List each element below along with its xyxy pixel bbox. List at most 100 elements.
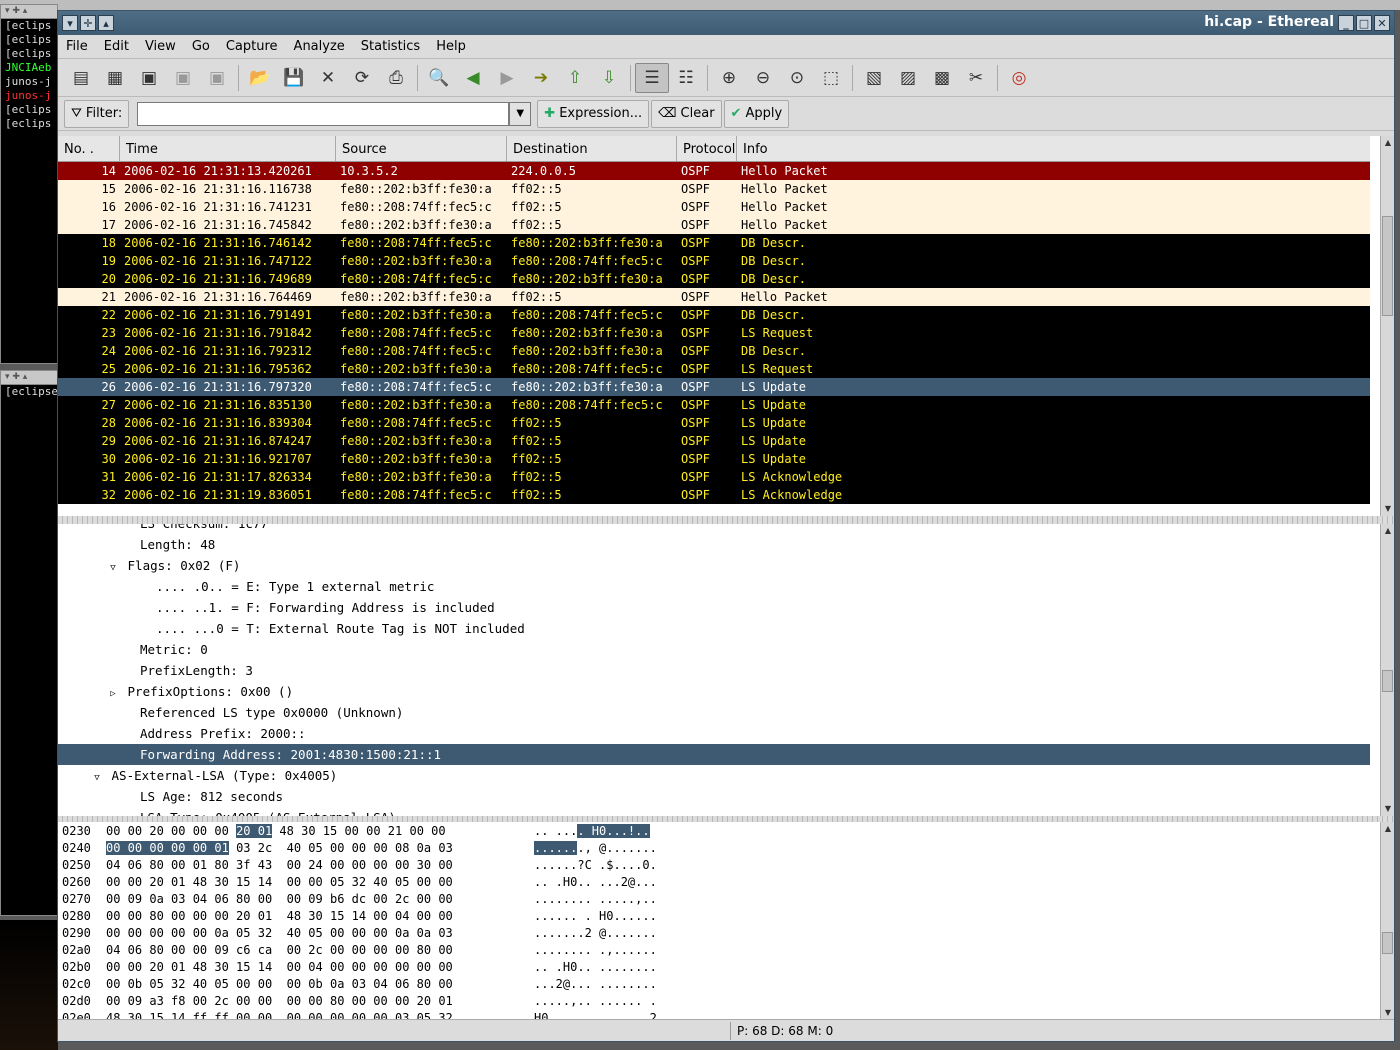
hex-line[interactable]: 02b0 00 00 20 01 48 30 15 14 00 04 00 00 … [58,959,1394,976]
hex-line[interactable]: 0230 00 00 20 00 00 00 20 01 48 30 15 00 … [58,823,1394,840]
hex-line[interactable]: 02d0 00 09 a3 f8 00 2c 00 00 00 00 80 00 … [58,993,1394,1010]
menu-file[interactable]: File [66,39,88,54]
hex-line[interactable]: 0290 00 00 00 00 00 0a 05 32 40 05 00 00 … [58,925,1394,942]
detail-tree-item[interactable]: ▽ AS-External-LSA (Type: 0x4005) [58,765,1370,786]
column-destination[interactable]: Destination [507,136,677,161]
packet-row[interactable]: 31 2006-02-16 21:31:17.826334 fe80::202:b3… [58,468,1370,486]
packet-row[interactable]: 17 2006-02-16 21:31:16.745842 fe80::202:b3… [58,216,1370,234]
detail-tree-item[interactable]: Length: 48 [58,534,1370,555]
packet-bytes-pane[interactable]: 0230 00 00 20 00 00 00 20 01 48 30 15 00 … [58,822,1394,1020]
detail-tree-item[interactable]: Forwarding Address: 2001:4830:1500:21::1 [58,744,1370,765]
background-terminal-1[interactable]: ▾ ✚ ▴ [eclips [eclips [eclips JNCIAeb junos-… [0,4,58,364]
go-forward-icon[interactable]: ▶ [490,63,524,93]
packet-row[interactable]: 28 2006-02-16 21:31:16.839304 fe80::208:74… [58,414,1370,432]
packet-row[interactable]: 19 2006-02-16 21:31:16.747122 fe80::202:b3… [58,252,1370,270]
detail-tree-item[interactable]: Referenced LS type 0x0000 (Unknown) [58,702,1370,723]
help-icon[interactable]: ◎ [1002,63,1036,93]
packet-row[interactable]: 18 2006-02-16 21:31:16.746142 fe80::208:74… [58,234,1370,252]
packet-details-pane[interactable]: LS Checksum: 1c77 Length: 48 ▽ Flags: 0x02… [58,524,1394,816]
column-no[interactable]: No. . [58,136,120,161]
raise-icon[interactable]: ▴ [98,15,114,31]
scroll-down-icon[interactable]: ▼ [1381,502,1394,516]
detail-tree-item[interactable]: LS Age: 812 seconds [58,786,1370,807]
detail-tree-item[interactable]: .... ..1. = F: Forwarding Address is inc… [58,597,1370,618]
save-file-icon[interactable]: 💾 [277,63,311,93]
first-packet-icon[interactable]: ⇧ [558,63,592,93]
terminal-titlebar[interactable]: ▾ ✚ ▴ [1,5,57,19]
start-capture-icon[interactable]: ▣ [132,63,166,93]
hex-line[interactable]: 0260 00 00 20 01 48 30 15 14 00 00 05 32 … [58,874,1394,891]
packet-row[interactable]: 15 2006-02-16 21:31:16.116738 fe80::202:b3… [58,180,1370,198]
auto-scroll-icon[interactable]: ☷ [669,63,703,93]
packet-row[interactable]: 29 2006-02-16 21:31:16.874247 fe80::202:b3… [58,432,1370,450]
packet-list-scrollbar[interactable]: ▲ ▼ [1380,136,1394,516]
filter-input[interactable] [137,101,510,126]
window-menu-icon[interactable]: ▾ [62,15,78,31]
zoom-out-icon[interactable]: ⊖ [746,63,780,93]
detail-tree-item[interactable]: ▽ Flags: 0x02 (F) [58,555,1370,576]
menu-capture[interactable]: Capture [226,39,278,54]
colorize-icon[interactable]: ☰ [635,62,669,93]
coloring-rules-icon[interactable]: ▩ [925,63,959,93]
column-time[interactable]: Time [120,136,336,161]
restart-capture-icon[interactable]: ▣ [200,63,234,93]
packet-row[interactable]: 24 2006-02-16 21:31:16.792312 fe80::208:74… [58,342,1370,360]
capture-options-icon[interactable]: ▦ [98,63,132,93]
packet-row[interactable]: 26 2006-02-16 21:31:16.797320 fe80::208:74… [58,378,1370,396]
go-back-icon[interactable]: ◀ [456,63,490,93]
column-protocol[interactable]: Protocol [677,136,737,161]
filter-history-dropdown[interactable]: ▼ [509,101,532,126]
detail-tree-item[interactable]: LSA Type: 0x4005 (AS-External-LSA) [58,807,1370,816]
menu-view[interactable]: View [145,39,176,54]
detail-tree-item[interactable]: LS Checksum: 1c77 [58,524,1370,534]
scroll-up-icon[interactable]: ▲ [1381,524,1394,538]
interfaces-icon[interactable]: ▤ [64,63,98,93]
find-packet-icon[interactable]: 🔍 [422,63,456,93]
background-terminal-2[interactable]: ▾ ✚ ▴ [eclipse [0,370,58,916]
hex-line[interactable]: 0280 00 00 80 00 00 00 20 01 48 30 15 14 … [58,908,1394,925]
packet-row[interactable]: 22 2006-02-16 21:31:16.791491 fe80::202:b3… [58,306,1370,324]
maximize-icon[interactable]: □ [1356,15,1372,31]
packet-row[interactable]: 14 2006-02-16 21:31:13.420261 10.3.5.2 224.… [58,162,1370,180]
last-packet-icon[interactable]: ⇩ [592,63,626,93]
scroll-down-icon[interactable]: ▼ [1381,1006,1394,1020]
detail-tree-item[interactable]: ▷ PrefixOptions: 0x00 () [58,681,1370,702]
expression-button[interactable]: ✚ Expression... [537,99,650,128]
column-info[interactable]: Info [737,136,1370,161]
menu-edit[interactable]: Edit [104,39,129,54]
packet-row[interactable]: 21 2006-02-16 21:31:16.764469 fe80::202:b3… [58,288,1370,306]
packet-row[interactable]: 23 2006-02-16 21:31:16.791842 fe80::208:74… [58,324,1370,342]
clear-button[interactable]: ⌫ Clear [651,99,722,128]
zoom-in-icon[interactable]: ⊕ [712,63,746,93]
scroll-thumb[interactable] [1382,932,1393,954]
column-source[interactable]: Source [336,136,507,161]
close-icon[interactable]: ✕ [1374,15,1390,31]
resize-columns-icon[interactable]: ⬚ [814,63,848,93]
shade-icon[interactable]: ✛ [80,15,96,31]
open-file-icon[interactable]: 📂 [243,63,277,93]
apply-button[interactable]: ✔ Apply [723,99,790,128]
scroll-thumb[interactable] [1382,216,1393,316]
menu-help[interactable]: Help [436,39,466,54]
go-to-packet-icon[interactable]: ➔ [524,63,558,93]
hex-line[interactable]: 0250 04 06 80 00 01 80 3f 43 00 24 00 00 … [58,857,1394,874]
menu-go[interactable]: Go [192,39,210,54]
scroll-up-icon[interactable]: ▲ [1381,822,1394,836]
preferences-icon[interactable]: ✂ [959,63,993,93]
bytes-scrollbar[interactable]: ▲ ▼ [1380,822,1394,1020]
packet-row[interactable]: 32 2006-02-16 21:31:19.836051 fe80::208:74… [58,486,1370,504]
hex-line[interactable]: 0240 00 00 00 00 00 01 03 2c 40 05 00 00 … [58,840,1394,857]
capture-filters-icon[interactable]: ▧ [857,63,891,93]
detail-tree-item[interactable]: .... .0.. = E: Type 1 external metric [58,576,1370,597]
terminal-titlebar[interactable]: ▾ ✚ ▴ [1,371,57,385]
packet-row[interactable]: 20 2006-02-16 21:31:16.749689 fe80::208:74… [58,270,1370,288]
close-file-icon[interactable]: ✕ [311,63,345,93]
pane-splitter[interactable] [58,516,1394,524]
hex-line[interactable]: 02a0 04 06 80 00 00 09 c6 ca 00 2c 00 00 … [58,942,1394,959]
hex-line[interactable]: 02c0 00 0b 05 32 40 05 00 00 00 0b 0a 03 … [58,976,1394,993]
stop-capture-icon[interactable]: ▣ [166,63,200,93]
detail-tree-item[interactable]: .... ...0 = T: External Route Tag is NOT… [58,618,1370,639]
packet-row[interactable]: 27 2006-02-16 21:31:16.835130 fe80::202:b3… [58,396,1370,414]
detail-tree-item[interactable]: PrefixLength: 3 [58,660,1370,681]
minimize-icon[interactable]: _ [1338,15,1354,31]
